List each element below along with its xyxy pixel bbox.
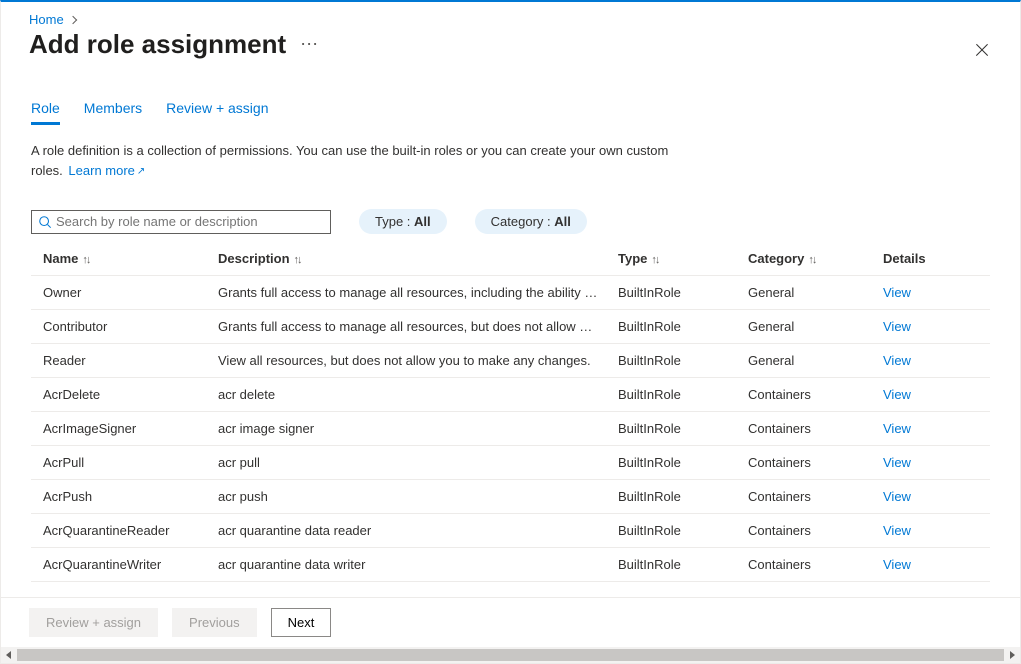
cell-category: Containers (736, 412, 871, 446)
cell-category: General (736, 344, 871, 378)
view-link[interactable]: View (883, 557, 911, 572)
table-row[interactable]: OwnerGrants full access to manage all re… (31, 276, 990, 310)
external-link-icon: ↗ (137, 162, 145, 182)
cell-description: Grants full access to manage all resourc… (206, 276, 606, 310)
cell-category: Containers (736, 480, 871, 514)
cell-type: BuiltInRole (606, 344, 736, 378)
view-link[interactable]: View (883, 523, 911, 538)
view-link[interactable]: View (883, 353, 911, 368)
cell-type: BuiltInRole (606, 412, 736, 446)
table-row[interactable]: AcrQuarantineReaderacr quarantine data r… (31, 514, 990, 548)
view-link[interactable]: View (883, 489, 911, 504)
chevron-right-icon (68, 16, 76, 24)
footer: Review + assign Previous Next (1, 597, 1020, 647)
view-link[interactable]: View (883, 421, 911, 436)
cell-type: BuiltInRole (606, 378, 736, 412)
cell-description: acr quarantine data reader (206, 514, 606, 548)
sort-icon: ↑↓ (651, 254, 658, 266)
cell-name: AcrPush (31, 480, 206, 514)
tab-role[interactable]: Role (31, 100, 60, 125)
cell-description: acr image signer (206, 412, 606, 446)
col-header-type[interactable]: Type↑↓ (606, 242, 736, 276)
cell-type: BuiltInRole (606, 276, 736, 310)
view-link[interactable]: View (883, 387, 911, 402)
previous-button: Previous (172, 608, 257, 637)
tab-members[interactable]: Members (84, 100, 142, 125)
search-box[interactable] (31, 210, 331, 234)
search-input[interactable] (56, 214, 324, 229)
sort-icon: ↑↓ (808, 254, 815, 266)
scroll-thumb[interactable] (17, 649, 1004, 661)
scroll-left-icon (6, 651, 11, 659)
tab-review-assign[interactable]: Review + assign (166, 100, 268, 125)
search-icon (38, 215, 52, 229)
cell-description: acr push (206, 480, 606, 514)
cell-type: BuiltInRole (606, 480, 736, 514)
cell-type: BuiltInRole (606, 310, 736, 344)
close-button[interactable] (972, 40, 992, 60)
cell-name: Owner (31, 276, 206, 310)
sort-icon: ↑↓ (82, 254, 89, 266)
filter-category-pill[interactable]: Category : All (475, 209, 587, 234)
next-button[interactable]: Next (271, 608, 332, 637)
col-header-name[interactable]: Name↑↓ (31, 242, 206, 276)
filter-type-pill[interactable]: Type : All (359, 209, 447, 234)
more-actions-button[interactable]: ⋯ (300, 34, 320, 55)
scroll-right-icon (1010, 651, 1015, 659)
table-row[interactable]: AcrPullacr pullBuiltInRoleContainers View (31, 446, 990, 480)
col-header-description[interactable]: Description↑↓ (206, 242, 606, 276)
cell-name: AcrQuarantineReader (31, 514, 206, 548)
roles-table: Name↑↓ Description↑↓ Type↑↓ Category↑↓ D… (31, 242, 990, 582)
col-header-details: Details (871, 242, 990, 276)
col-header-category[interactable]: Category↑↓ (736, 242, 871, 276)
cell-name: Contributor (31, 310, 206, 344)
cell-name: AcrPull (31, 446, 206, 480)
cell-description: acr pull (206, 446, 606, 480)
description-text: A role definition is a collection of per… (31, 141, 671, 183)
table-row[interactable]: AcrDeleteacr deleteBuiltInRoleContainers… (31, 378, 990, 412)
table-row[interactable]: AcrQuarantineWriteracr quarantine data w… (31, 548, 990, 582)
cell-type: BuiltInRole (606, 548, 736, 582)
cell-category: Containers (736, 446, 871, 480)
cell-type: BuiltInRole (606, 446, 736, 480)
sort-icon: ↑↓ (294, 254, 301, 266)
table-row[interactable]: ReaderView all resources, but does not a… (31, 344, 990, 378)
cell-description: acr delete (206, 378, 606, 412)
cell-category: Containers (736, 514, 871, 548)
cell-name: AcrDelete (31, 378, 206, 412)
view-link[interactable]: View (883, 285, 911, 300)
breadcrumb: Home (29, 12, 1000, 27)
page-title: Add role assignment (29, 29, 286, 60)
cell-name: Reader (31, 344, 206, 378)
horizontal-scrollbar[interactable] (1, 647, 1020, 663)
cell-description: acr quarantine data writer (206, 548, 606, 582)
breadcrumb-home[interactable]: Home (29, 12, 64, 27)
table-row[interactable]: AcrImageSigneracr image signerBuiltInRol… (31, 412, 990, 446)
tabs: Role Members Review + assign (31, 100, 990, 125)
review-assign-button: Review + assign (29, 608, 158, 637)
cell-name: AcrQuarantineWriter (31, 548, 206, 582)
view-link[interactable]: View (883, 455, 911, 470)
table-row[interactable]: ContributorGrants full access to manage … (31, 310, 990, 344)
cell-category: Containers (736, 378, 871, 412)
cell-name: AcrImageSigner (31, 412, 206, 446)
cell-category: General (736, 276, 871, 310)
cell-category: General (736, 310, 871, 344)
view-link[interactable]: View (883, 319, 911, 334)
cell-description: Grants full access to manage all resourc… (206, 310, 606, 344)
cell-category: Containers (736, 548, 871, 582)
cell-description: View all resources, but does not allow y… (206, 344, 606, 378)
cell-type: BuiltInRole (606, 514, 736, 548)
learn-more-link[interactable]: Learn more↗ (68, 163, 145, 178)
table-row[interactable]: AcrPushacr pushBuiltInRoleContainers View (31, 480, 990, 514)
